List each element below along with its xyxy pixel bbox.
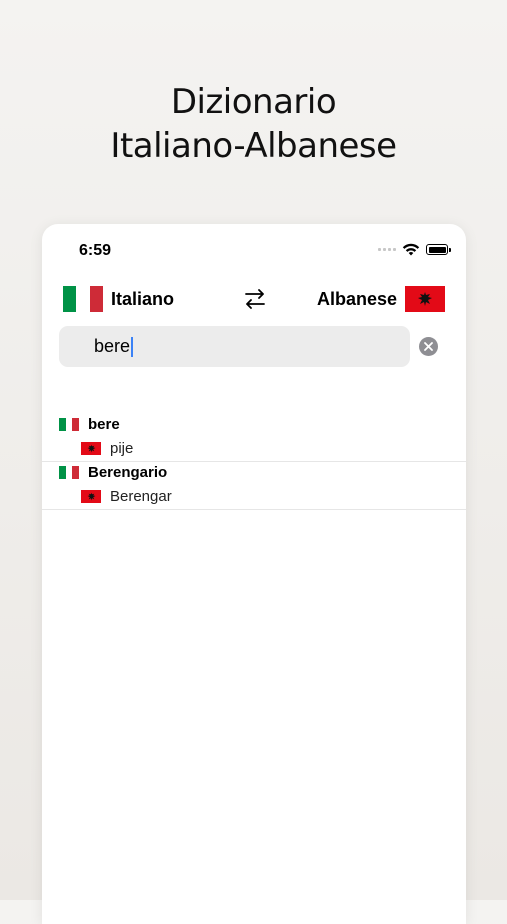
result-source: Berengario <box>59 464 167 481</box>
italy-flag-icon <box>59 418 80 431</box>
phone-screen: 6:59 Italiano Albanese bere bere pije Be… <box>42 224 466 924</box>
result-target: Berengar <box>81 488 172 505</box>
albania-flag-icon <box>405 286 445 312</box>
search-input-value: bere <box>94 336 131 356</box>
source-language[interactable]: Italiano <box>111 289 174 310</box>
results-list: bere pije Berengario Berengar <box>42 414 466 510</box>
target-language[interactable]: Albanese <box>317 289 397 310</box>
clear-icon[interactable] <box>419 337 438 356</box>
result-term: Berengario <box>88 464 168 481</box>
signal-icon <box>378 248 396 251</box>
result-translation: pije <box>110 440 134 457</box>
status-time: 6:59 <box>79 242 112 259</box>
search-input[interactable]: bere <box>59 326 410 367</box>
albania-flag-icon <box>81 442 101 455</box>
result-row[interactable]: Berengario Berengar <box>42 462 466 510</box>
app-headline: Dizionario Italiano-Albanese <box>0 80 507 168</box>
headline-line-1: Dizionario <box>170 82 337 122</box>
result-row[interactable]: bere pije <box>42 414 466 462</box>
text-caret <box>131 336 134 357</box>
albania-flag-icon <box>81 490 101 503</box>
result-source: bere <box>59 416 120 433</box>
result-target: pije <box>81 440 133 457</box>
headline-line-2: Italiano-Albanese <box>110 126 397 166</box>
result-translation: Berengar <box>110 488 172 505</box>
swap-icon[interactable] <box>242 286 268 312</box>
status-icons <box>378 243 451 256</box>
language-selector: Italiano Albanese <box>42 284 466 316</box>
wifi-icon <box>402 243 420 256</box>
italy-flag-icon <box>59 466 80 479</box>
result-term: bere <box>88 416 120 433</box>
battery-icon <box>426 244 451 255</box>
italy-flag-icon <box>63 286 103 312</box>
